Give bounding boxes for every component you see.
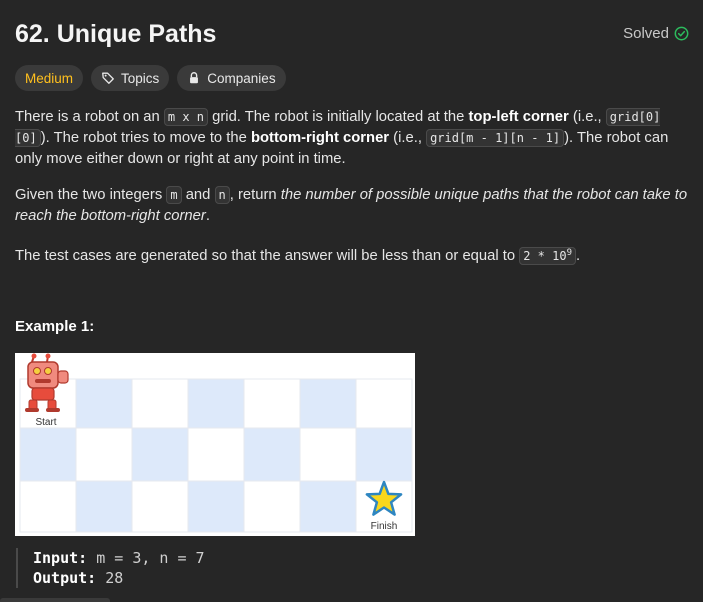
text: ). The robot tries to move to the bbox=[40, 130, 251, 146]
bottom-tab-strip[interactable] bbox=[0, 598, 110, 602]
difficulty-badge[interactable]: Medium bbox=[15, 65, 84, 91]
example-io-block: Input: m = 3, n = 7 Output: 28 bbox=[16, 548, 205, 588]
text: The test cases are generated so that the… bbox=[15, 248, 520, 264]
description-paragraph-2: Given the two integers m and n, return t… bbox=[15, 185, 690, 227]
text: There is a robot on an bbox=[15, 109, 164, 125]
inline-code: m bbox=[166, 186, 182, 204]
difficulty-label: Medium bbox=[25, 70, 74, 86]
bold-text: top-left corner bbox=[468, 109, 569, 125]
code-text: 2 * 10 bbox=[523, 249, 567, 263]
description-paragraph-3: The test cases are generated so that the… bbox=[15, 243, 690, 267]
topics-button[interactable]: Topics bbox=[91, 65, 170, 91]
bold-text: bottom-right corner bbox=[250, 130, 390, 146]
text: grid. The robot is initially located at … bbox=[208, 109, 469, 125]
output-line: Output: 28 bbox=[33, 568, 205, 588]
topics-label: Topics bbox=[121, 70, 160, 86]
tag-icon bbox=[102, 72, 114, 84]
input-line: Input: m = 3, n = 7 bbox=[33, 548, 205, 568]
finish-label: Finish bbox=[371, 521, 398, 532]
inline-code: n bbox=[214, 186, 230, 204]
companies-button[interactable]: Companies bbox=[177, 65, 286, 91]
input-label: Input: bbox=[33, 549, 88, 567]
tag-row: Medium Topics Companies bbox=[15, 65, 286, 91]
problem-title: 62. Unique Paths bbox=[15, 20, 217, 48]
example-title: Example 1: bbox=[15, 318, 95, 335]
description-paragraph-1: There is a robot on an m x n grid. The r… bbox=[15, 107, 690, 170]
text: (i.e., bbox=[568, 109, 606, 125]
inline-code: grid[m - 1][n - 1] bbox=[426, 129, 565, 147]
text: , return bbox=[229, 187, 281, 203]
text: Given the two integers bbox=[15, 187, 167, 203]
check-circle-icon bbox=[674, 26, 689, 41]
inline-code: m x n bbox=[163, 108, 209, 126]
text: . bbox=[205, 208, 210, 224]
companies-label: Companies bbox=[207, 70, 276, 86]
lock-icon bbox=[190, 72, 199, 84]
grid-svg: Start Finish bbox=[15, 353, 415, 536]
inline-code: 2 * 109 bbox=[519, 247, 576, 265]
output-value: 28 bbox=[96, 569, 124, 587]
example-grid-image: Start Finish bbox=[15, 353, 415, 536]
input-value: m = 3, n = 7 bbox=[87, 549, 205, 567]
start-label: Start bbox=[35, 417, 56, 428]
output-label: Output: bbox=[33, 569, 97, 587]
text: (i.e., bbox=[389, 130, 427, 146]
solved-status: Solved bbox=[623, 25, 689, 42]
text: and bbox=[181, 187, 215, 203]
superscript: 9 bbox=[566, 248, 572, 258]
text: . bbox=[576, 248, 581, 264]
solved-label: Solved bbox=[623, 25, 669, 42]
